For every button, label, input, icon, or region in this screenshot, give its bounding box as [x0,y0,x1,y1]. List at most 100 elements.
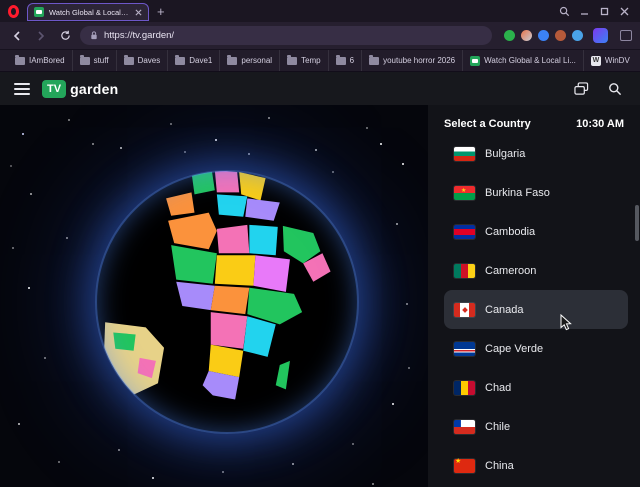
flag-icon-canada [454,303,475,317]
opera-logo-icon[interactable] [8,5,19,18]
bookmark-label: youtube horror 2026 [383,56,455,65]
maximize-icon[interactable] [594,2,614,20]
tab-favicon-icon [34,7,44,17]
bookmark-label: personal [241,56,272,65]
tab-close-icon[interactable] [135,9,142,16]
logo-tv-badge: TV [42,80,66,98]
extension-icon-4[interactable] [555,30,566,41]
browser-window: Watch Global & Local Live TV ( + [0,0,640,487]
bookmarks-bar: IAmBored stuff Daves Dave1 personal Temp 6 yout… [0,50,640,72]
globe-svg [95,170,359,434]
folder-icon [369,57,379,65]
tab-title: Watch Global & Local Live TV ( [49,8,130,17]
country-name: Cambodia [485,226,535,238]
bookmark-label: 6 [350,56,354,65]
lock-icon [90,31,98,40]
folder-icon [15,57,25,65]
navigation-bar: https://tv.garden/ [0,22,640,50]
url-text: https://tv.garden/ [104,30,174,41]
folder-icon [287,57,297,65]
extension-icon-5[interactable] [572,30,583,41]
globe[interactable] [95,170,359,434]
folder-icon [80,57,90,65]
flag-icon-burkina-faso [454,186,475,200]
bookmark-item[interactable]: Daves [116,50,168,71]
bookmark-label: WinDV [605,56,630,65]
extensions-row [504,28,632,43]
search-icon[interactable] [604,78,626,100]
forward-icon[interactable] [32,27,50,45]
extension-icon-3[interactable] [538,30,549,41]
flag-icon-bulgaria [454,147,475,161]
country-name: Canada [485,304,524,316]
site-header: TV garden [0,72,640,105]
folder-icon [175,57,185,65]
country-item-cameroon[interactable]: Cameroon [444,251,628,290]
extension-icon-2[interactable] [521,30,532,41]
country-name: Burkina Faso [485,187,550,199]
flag-icon-cape-verde [454,342,475,356]
new-tab-button[interactable]: + [157,5,165,18]
starfield [0,105,2,107]
bookmark-item[interactable]: W WinDV [583,50,637,71]
country-item-bulgaria[interactable]: Bulgaria [444,142,628,173]
close-window-icon[interactable] [614,2,634,20]
globe-area [0,105,428,487]
back-icon[interactable] [8,27,26,45]
flag-icon-china [454,459,475,473]
bookmark-item[interactable]: 6 [328,50,361,71]
channels-icon[interactable] [570,78,592,100]
bookmark-item[interactable]: youtube horror 2026 [361,50,462,71]
bookmark-item[interactable]: Dave1 [167,50,219,71]
bookmark-label: stuff [94,56,109,65]
country-list: Bulgaria Burkina Faso Cambodia Cameroon Cana… [428,142,640,487]
sidebar-header: Select a Country 10:30 AM [428,105,640,142]
tab-search-icon[interactable] [554,2,574,20]
flag-icon-cameroon [454,264,475,278]
extension-icon-1[interactable] [504,30,515,41]
bookmark-label: IAmBored [29,56,65,65]
country-item-burkina-faso[interactable]: Burkina Faso [444,173,628,212]
minimize-icon[interactable] [574,2,594,20]
main-content: Select a Country 10:30 AM Bulgaria Burkin… [0,105,640,487]
flag-icon-cambodia [454,225,475,239]
country-item-cambodia[interactable]: Cambodia [444,212,628,251]
tv-icon [470,56,480,66]
country-sidebar: Select a Country 10:30 AM Bulgaria Burkin… [428,105,640,487]
site-logo[interactable]: TV garden [42,80,119,98]
country-item-chile[interactable]: Chile [444,407,628,446]
bookmark-label: Temp [301,56,321,65]
country-name: Cape Verde [485,343,543,355]
bookmark-label: Dave1 [189,56,212,65]
country-name: Chad [485,382,511,394]
country-name: China [485,460,514,472]
app-icon: W [591,56,601,66]
country-name: Cameroon [485,265,536,277]
logo-garden-text: garden [70,81,118,97]
profile-icon[interactable] [593,28,608,43]
sidebar-scrollbar-thumb[interactable] [635,205,639,241]
bookmark-item[interactable]: personal [219,50,279,71]
browser-tab[interactable]: Watch Global & Local Live TV ( [27,3,149,21]
bookmark-item[interactable]: stuff [72,50,116,71]
panels-icon[interactable] [620,30,632,41]
folder-icon [336,57,346,65]
country-item-china[interactable]: China [444,446,628,485]
bookmark-item[interactable]: IAmBored [8,50,72,71]
folder-icon [227,57,237,65]
menu-icon[interactable] [14,83,30,95]
title-bar: Watch Global & Local Live TV ( + [0,0,640,22]
country-item-canada[interactable]: Canada [444,290,628,329]
bookmark-label: Daves [138,56,161,65]
address-bar[interactable]: https://tv.garden/ [80,26,492,45]
country-item-chad[interactable]: Chad [444,368,628,407]
clock-text: 10:30 AM [576,118,624,130]
sidebar-title: Select a Country [444,118,531,130]
country-name: Bulgaria [485,148,525,160]
bookmark-item[interactable]: Watch Global & Local Li... [462,50,583,71]
country-item-cape-verde[interactable]: Cape Verde [444,329,628,368]
bookmark-item[interactable]: Temp [279,50,328,71]
folder-icon [124,57,134,65]
country-name: Chile [485,421,510,433]
reload-icon[interactable] [56,27,74,45]
